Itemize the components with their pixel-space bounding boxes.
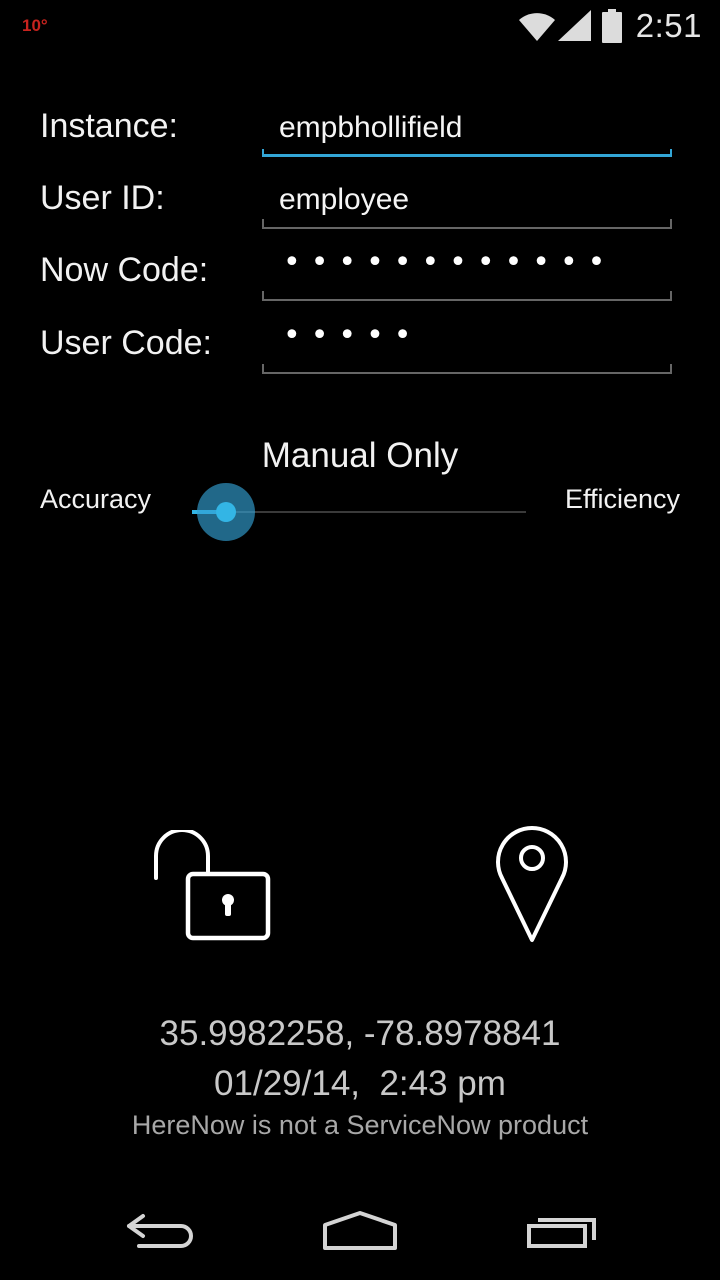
slider-thumb[interactable] <box>215 502 236 522</box>
home-button[interactable] <box>310 1202 410 1262</box>
recents-button[interactable] <box>512 1202 612 1262</box>
battery-icon <box>601 9 622 43</box>
slider-track <box>210 511 526 513</box>
now-code-row: Now Code: •••••••••••• <box>0 243 720 303</box>
recents-icon <box>526 1210 598 1255</box>
back-button[interactable] <box>110 1202 210 1262</box>
user-id-label: User ID: <box>40 179 165 217</box>
user-id-value: employee <box>279 183 410 216</box>
efficiency-label: Efficiency <box>564 484 680 514</box>
disclaimer-text: HereNow is not a ServiceNow product <box>131 1110 589 1140</box>
instance-value: empbhollifield <box>279 111 463 144</box>
mode-title: Manual Only <box>261 436 459 475</box>
instance-label: Instance: <box>40 107 178 145</box>
field-underline <box>262 364 672 374</box>
status-clock: 2:51 <box>635 7 702 44</box>
home-icon <box>322 1209 398 1256</box>
wifi-icon <box>518 10 556 42</box>
status-icons: 2:51 <box>518 6 702 46</box>
accuracy-label: Accuracy <box>40 484 152 514</box>
accuracy-efficiency-slider[interactable] <box>182 482 526 542</box>
user-id-field[interactable]: employee <box>262 171 672 229</box>
temperature-indicator: 10° <box>22 16 48 35</box>
now-code-label: Now Code: <box>40 251 209 289</box>
back-icon <box>125 1210 195 1255</box>
navigation-bar <box>0 1180 720 1280</box>
user-code-masked-value: ••••• <box>283 318 422 353</box>
instance-field[interactable]: empbhollifield <box>262 99 672 157</box>
user-id-row: User ID: employee <box>0 171 720 231</box>
status-bar: 10° 2:51 <box>0 0 720 50</box>
user-code-field[interactable]: ••••• <box>262 316 672 374</box>
location-pin-icon[interactable] <box>494 822 570 951</box>
field-underline <box>262 149 672 157</box>
user-code-label: User Code: <box>40 324 212 362</box>
coordinates-text: 35.9982258, -78.8978841 <box>159 1014 561 1053</box>
now-code-field[interactable]: •••••••••••• <box>262 243 672 301</box>
unlock-icon[interactable] <box>150 828 274 947</box>
field-underline <box>262 291 672 301</box>
user-code-row: User Code: ••••• <box>0 316 720 376</box>
now-code-masked-value: •••••••••••• <box>283 245 616 280</box>
signal-icon <box>557 10 592 42</box>
field-underline <box>262 219 672 229</box>
instance-row: Instance: empbhollifield <box>0 99 720 159</box>
datetime-text: 01/29/14, 2:43 pm <box>214 1064 506 1103</box>
